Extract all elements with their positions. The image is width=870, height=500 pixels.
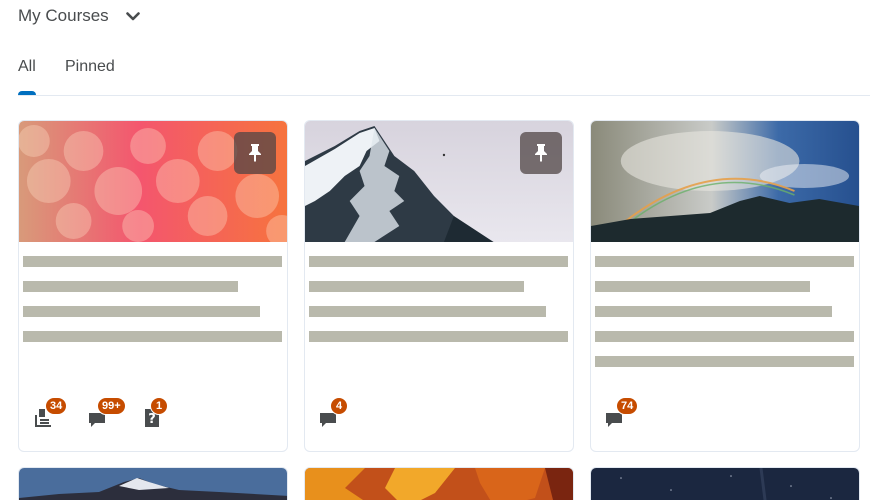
- course-title-placeholder: [595, 306, 832, 317]
- pin-icon: [535, 144, 547, 162]
- page-header: My Courses: [18, 4, 143, 28]
- course-card[interactable]: 4: [304, 120, 574, 452]
- tab-all[interactable]: All: [18, 58, 36, 95]
- quizzes-notification[interactable]: ? 1: [143, 397, 173, 429]
- course-title-placeholder: [23, 306, 260, 317]
- course-title-placeholder: [595, 256, 854, 267]
- course-title-placeholder: [595, 331, 854, 342]
- course-tabs: All Pinned: [18, 58, 870, 96]
- notification-count: 34: [45, 397, 68, 415]
- course-title-placeholder: [595, 356, 854, 367]
- tab-pinned[interactable]: Pinned: [65, 58, 115, 95]
- course-card[interactable]: 34 99+ ? 1: [18, 120, 288, 452]
- pin-button[interactable]: [234, 132, 276, 174]
- discussions-notification[interactable]: 4: [319, 397, 349, 429]
- notification-count: 1: [150, 397, 168, 415]
- course-title-placeholder: [309, 256, 568, 267]
- course-card[interactable]: [590, 467, 860, 500]
- course-title-placeholder: [23, 331, 282, 342]
- course-image-autumn-leaves: [305, 468, 573, 500]
- discussions-notification[interactable]: 74: [605, 397, 639, 429]
- course-image-rainbow-sky: [591, 121, 859, 242]
- course-title-placeholder: [309, 331, 568, 342]
- course-image-mountain-lake: [19, 468, 287, 500]
- pin-icon: [249, 144, 261, 162]
- course-card[interactable]: 74: [590, 120, 860, 452]
- chevron-down-icon[interactable]: [123, 6, 143, 26]
- course-title-placeholder: [309, 281, 524, 292]
- pin-button[interactable]: [520, 132, 562, 174]
- course-title-placeholder: [23, 281, 238, 292]
- course-title-placeholder: [23, 256, 282, 267]
- course-card[interactable]: [18, 467, 288, 500]
- page-title: My Courses: [18, 6, 109, 25]
- notification-count: 74: [616, 397, 639, 415]
- notification-count: 4: [330, 397, 348, 415]
- assignments-notification[interactable]: 34: [33, 397, 68, 429]
- discussions-notification[interactable]: 99+: [88, 397, 126, 429]
- course-title-placeholder: [309, 306, 546, 317]
- tab-selected-indicator: [18, 91, 36, 95]
- course-title-placeholder: [595, 281, 810, 292]
- notification-count: 99+: [97, 397, 126, 415]
- course-card[interactable]: [304, 467, 574, 500]
- course-image-night-sky: [591, 468, 859, 500]
